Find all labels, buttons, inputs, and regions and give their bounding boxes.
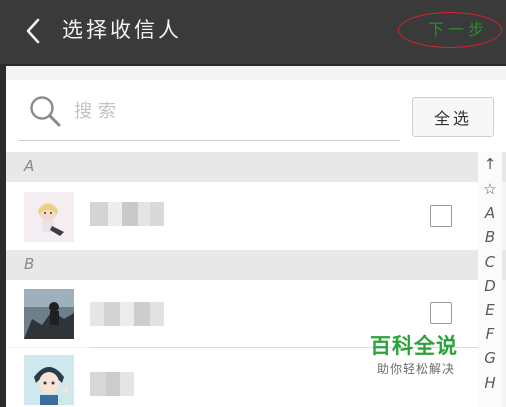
anime-boy-avatar: [24, 355, 74, 405]
section-letter: B: [24, 255, 35, 273]
watermark-title: 百科全说: [370, 334, 458, 358]
section-header-b: B: [6, 250, 506, 280]
index-item-d[interactable]: D: [478, 275, 502, 297]
search-icon[interactable]: [28, 94, 62, 128]
index-item-top[interactable]: ↑: [478, 153, 502, 175]
index-item-g[interactable]: G: [478, 347, 502, 369]
next-step-button[interactable]: 下一步: [428, 15, 488, 45]
index-item-f[interactable]: F: [478, 323, 502, 345]
contact-name-redacted: [90, 372, 134, 396]
contact-name-redacted: [90, 202, 164, 226]
back-button[interactable]: [18, 16, 48, 46]
section-letter: A: [24, 157, 35, 175]
chevron-left-icon: [26, 18, 40, 44]
top-bar: 选择收信人 下一步: [0, 0, 506, 66]
contact-checkbox[interactable]: [430, 205, 452, 227]
index-item-e[interactable]: E: [478, 299, 502, 321]
dark-figure-avatar: [24, 289, 74, 339]
select-all-button[interactable]: 全选: [412, 97, 494, 137]
contact-checkbox[interactable]: [430, 302, 452, 324]
index-item-c[interactable]: C: [478, 251, 502, 273]
search-underline: [18, 140, 400, 141]
illustrated-girl-avatar: [24, 192, 74, 242]
contact-picker-screen: 选择收信人 下一步 全选 A: [0, 0, 506, 407]
contact-row[interactable]: [6, 182, 480, 250]
watermark-subtitle: 助你轻松解决: [377, 362, 456, 376]
index-item-b[interactable]: B: [478, 226, 502, 248]
contact-name-redacted: [90, 302, 164, 326]
index-item-a[interactable]: A: [478, 202, 502, 224]
index-item-h[interactable]: H: [478, 372, 502, 394]
page-title: 选择收信人: [62, 18, 182, 42]
search-input[interactable]: [74, 96, 374, 126]
section-header-a: A: [6, 152, 506, 182]
index-item-star[interactable]: ☆: [478, 178, 502, 200]
